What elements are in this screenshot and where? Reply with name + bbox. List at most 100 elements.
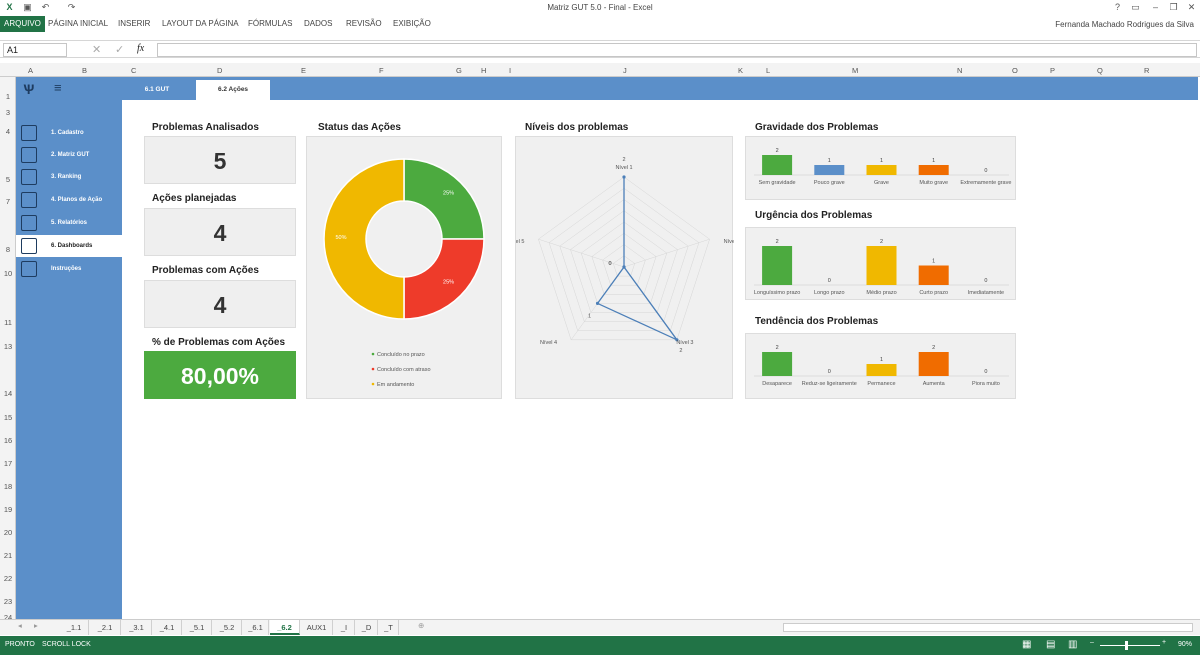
page-break-view-icon[interactable]: ▥ <box>1068 639 1077 650</box>
column-header[interactable]: G <box>456 66 462 75</box>
ribbon-tab-review[interactable]: REVISÃO <box>342 16 386 32</box>
sidebar-item-matriz-gut[interactable]: 2. Matriz GUT <box>16 144 122 166</box>
sheet-tab[interactable]: _6.1 <box>243 620 269 635</box>
zoom-level[interactable]: 90% <box>1178 641 1192 648</box>
row-header[interactable]: 18 <box>0 482 16 491</box>
row-header[interactable]: 14 <box>0 389 16 398</box>
help-icon[interactable]: ? <box>1112 2 1123 13</box>
sheet-tab[interactable]: _4.1 <box>153 620 182 635</box>
row-header[interactable]: 23 <box>0 597 16 606</box>
row-header[interactable]: 8 <box>0 245 16 254</box>
sidebar-item-ranking[interactable]: 3. Ranking <box>16 166 122 188</box>
restore-icon[interactable]: ❐ <box>1168 2 1179 13</box>
sheet-tab[interactable]: _3.1 <box>122 620 152 635</box>
row-header[interactable]: 10 <box>0 269 16 278</box>
sheet-tab[interactable]: _1.1 <box>60 620 89 635</box>
user-name[interactable]: Fernanda Machado Rodrigues da Silva <box>1055 20 1194 29</box>
zoom-out-icon[interactable]: – <box>1090 639 1094 646</box>
horizontal-scrollbar[interactable] <box>783 623 1193 632</box>
function-icon[interactable]: fx <box>137 43 144 54</box>
sheet-tab[interactable]: _I <box>334 620 355 635</box>
column-header[interactable]: R <box>1144 66 1149 75</box>
radar-point <box>595 301 600 306</box>
scroll-left-icon[interactable]: ◂ <box>18 621 22 630</box>
ribbon-tab-data[interactable]: DADOS <box>300 16 336 32</box>
name-box[interactable]: A1 <box>3 43 67 57</box>
column-header[interactable]: A <box>28 66 33 75</box>
ribbon-tab-insert[interactable]: INSERIR <box>114 16 154 32</box>
row-header[interactable]: 17 <box>0 459 16 468</box>
sidebar-item-instrucoes[interactable]: Instruções <box>16 258 122 280</box>
ribbon-tab-home[interactable]: PÁGINA INICIAL <box>44 16 112 32</box>
ribbon-tab-file[interactable]: ARQUIVO <box>0 16 45 32</box>
bar-category-label: Reduz-se ligeiramente <box>802 381 857 387</box>
row-header[interactable]: 7 <box>0 197 16 206</box>
sheet-tab[interactable]: _6.2 <box>270 620 300 635</box>
bar-category-label: Permanece <box>867 381 895 387</box>
sheet-tab[interactable]: _D <box>356 620 378 635</box>
row-header[interactable]: 4 <box>0 127 16 136</box>
ribbon-tab-page-layout[interactable]: LAYOUT DA PÁGINA <box>158 16 243 32</box>
enter-icon[interactable]: ✓ <box>115 43 124 56</box>
sheet-tab[interactable]: _2.1 <box>90 620 121 635</box>
sidebar-item-relatorios[interactable]: 5. Relatórios <box>16 212 122 234</box>
close-icon[interactable]: ✕ <box>1186 2 1197 13</box>
row-header[interactable]: 11 <box>0 318 16 327</box>
sidebar-item-cadastro[interactable]: 1. Cadastro <box>16 122 122 144</box>
radar-category-label: Nível 4 <box>540 340 557 346</box>
row-header[interactable]: 5 <box>0 175 16 184</box>
row-header[interactable]: 21 <box>0 551 16 560</box>
normal-view-icon[interactable]: ▦ <box>1022 639 1031 650</box>
scroll-right-icon[interactable]: ▸ <box>34 621 38 630</box>
column-header[interactable]: H <box>481 66 486 75</box>
sheet-tab[interactable]: AUX1 <box>301 620 333 635</box>
row-header[interactable]: 16 <box>0 436 16 445</box>
column-header[interactable]: I <box>509 66 511 75</box>
column-header[interactable]: M <box>852 66 858 75</box>
sidebar-item-planos-de-acao[interactable]: 4. Planos de Ação <box>16 189 122 211</box>
row-header[interactable]: 1 <box>0 92 16 101</box>
column-header[interactable]: D <box>217 66 222 75</box>
sidebar-item-dashboards[interactable]: 6. Dashboards <box>16 235 122 257</box>
row-header[interactable]: 15 <box>0 413 16 422</box>
action-plan-icon <box>21 192 37 208</box>
minimize-icon[interactable]: – <box>1150 2 1161 13</box>
row-header[interactable]: 3 <box>0 108 16 117</box>
ribbon-tab-view[interactable]: EXIBIÇÃO <box>389 16 435 32</box>
page-layout-view-icon[interactable]: ▤ <box>1046 639 1055 650</box>
add-sheet-icon[interactable]: ⊕ <box>418 621 424 630</box>
row-header[interactable]: 20 <box>0 528 16 537</box>
column-header[interactable]: Q <box>1097 66 1103 75</box>
column-header[interactable]: J <box>623 66 627 75</box>
column-header[interactable]: B <box>82 66 87 75</box>
column-header[interactable]: K <box>738 66 743 75</box>
column-header[interactable]: P <box>1050 66 1055 75</box>
menu-icon[interactable]: ≡ <box>54 81 68 94</box>
zoom-slider-handle[interactable] <box>1125 641 1128 650</box>
kpi-title: Ações planejadas <box>152 193 237 204</box>
cancel-icon[interactable]: ✕ <box>92 43 101 56</box>
formula-input[interactable] <box>157 43 1197 57</box>
column-header[interactable]: E <box>301 66 306 75</box>
sheet-tab[interactable]: _5.1 <box>183 620 212 635</box>
sheet-tab[interactable]: _5.2 <box>213 620 242 635</box>
row-header[interactable]: 22 <box>0 574 16 583</box>
column-header[interactable]: L <box>766 66 770 75</box>
gravidade-panel: 2 Sem gravidade 1 Pouco grave 1 Grave 1 Muito g… <box>745 136 1016 200</box>
radar-value-label: 2 <box>622 157 625 163</box>
bar-category-label: Extremamente grave <box>960 180 1011 186</box>
tab-6-1-gut[interactable]: 6.1 GUT <box>122 80 192 100</box>
column-header[interactable]: O <box>1012 66 1018 75</box>
row-header[interactable]: 19 <box>0 505 16 514</box>
zoom-in-icon[interactable]: + <box>1162 639 1166 646</box>
tab-6-2-acoes[interactable]: 6.2 Ações <box>196 80 270 100</box>
sheet-tab[interactable]: _T <box>379 620 399 635</box>
zoom-slider[interactable] <box>1100 645 1160 646</box>
column-header[interactable]: C <box>131 66 136 75</box>
ribbon-display-icon[interactable]: ▭ <box>1130 2 1141 13</box>
column-header[interactable]: F <box>379 66 384 75</box>
ribbon-tab-formulas[interactable]: FÓRMULAS <box>244 16 296 32</box>
app-logo-icon: Ѱ <box>23 81 35 97</box>
column-header[interactable]: N <box>957 66 962 75</box>
row-header[interactable]: 13 <box>0 342 16 351</box>
